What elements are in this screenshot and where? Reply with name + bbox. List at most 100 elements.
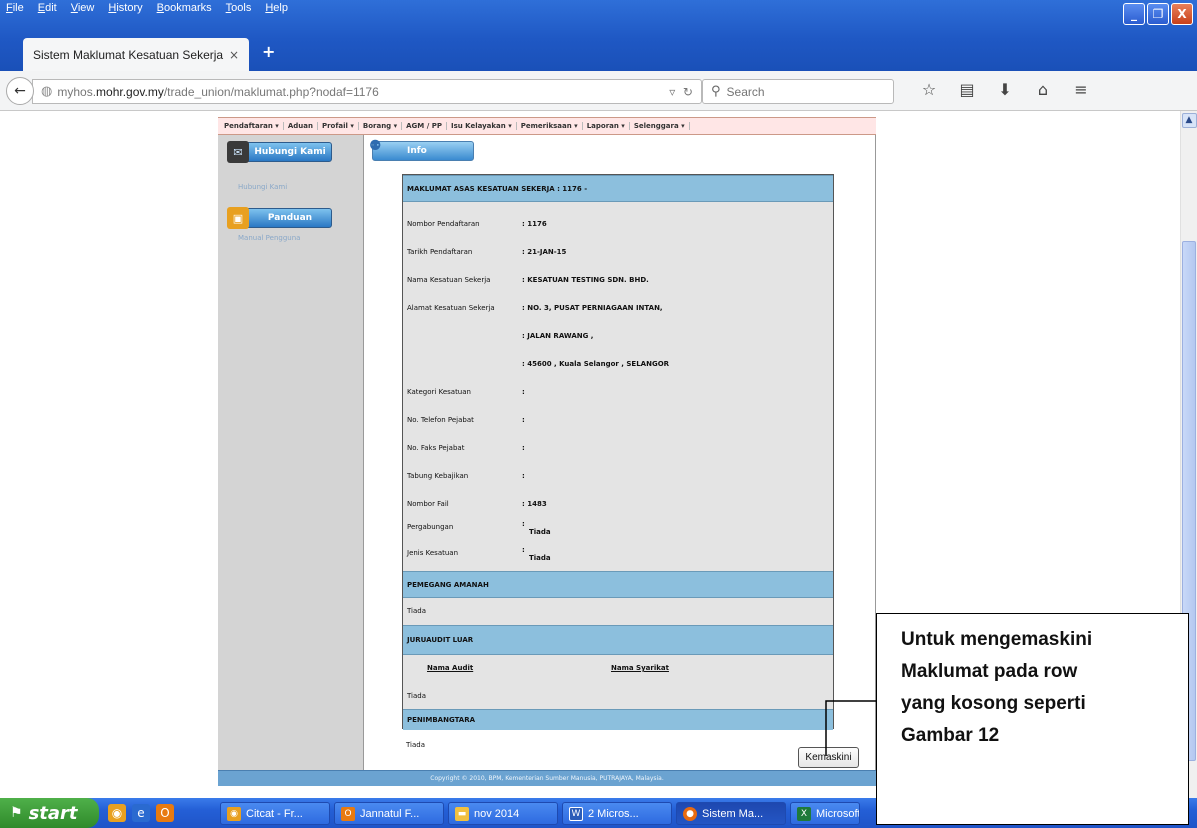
field-label: No. Telefon Pejabat — [407, 416, 474, 424]
field-label: Kategori Kesatuan — [407, 388, 471, 396]
field-value: : — [522, 520, 525, 528]
people-icon: ⚉ — [369, 138, 382, 154]
chrome-icon: ◉ — [227, 806, 241, 821]
user-manual-link[interactable]: Manual Pengguna — [238, 234, 300, 242]
scroll-up-icon[interactable]: ▲ — [1181, 113, 1197, 128]
navigation-bar: ◍ myhos.mohr.gov.my/trade_union/maklumat… — [0, 71, 1197, 111]
field-label: Jenis Kesatuan — [407, 549, 459, 557]
chrome-icon[interactable]: ◉ — [108, 804, 126, 822]
taskbar-item-label: Jannatul F... — [360, 807, 420, 820]
nav-selenggara[interactable]: Selenggara ▾ — [630, 122, 690, 130]
hamburger-menu-icon[interactable]: ≡ — [1072, 80, 1090, 99]
field-value: : — [522, 444, 525, 452]
nav-borang[interactable]: Borang ▾ — [359, 122, 403, 130]
contact-button-label: Hubungi Kami — [254, 147, 326, 157]
nav-profail[interactable]: Profail ▾ — [318, 122, 359, 130]
nav-isu-kelayakan[interactable]: Isu Kelayakan ▾ — [447, 122, 517, 130]
field-value: : — [522, 388, 525, 396]
field-value: : — [522, 416, 525, 424]
browser-titlebar: File Edit View History Bookmarks Tools H… — [0, 0, 1197, 71]
taskbar-item[interactable]: O Jannatul F... — [334, 802, 444, 825]
info-button-label: Info — [407, 146, 427, 156]
field-value: : — [522, 472, 525, 480]
reload-icon[interactable]: ▿ ↻ — [669, 85, 693, 99]
field-value: : 45600 , Kuala Selangor , SELANGOR — [522, 360, 670, 368]
reading-list-icon[interactable]: ▤ — [958, 80, 976, 99]
field-label: Pergabungan — [407, 523, 454, 531]
menu-history[interactable]: History — [108, 2, 142, 20]
task-list: ◉ Citcat - Fr... O Jannatul F... ▬ nov 2… — [220, 802, 860, 825]
contact-link[interactable]: Hubungi Kami — [238, 183, 287, 191]
auditor-value: Tiada — [407, 692, 427, 700]
taskbar-item[interactable]: X Microsoft — [790, 802, 860, 825]
bookmark-star-icon[interactable]: ☆ — [920, 80, 938, 99]
field-label: Tarikh Pendaftaran — [407, 248, 473, 256]
nav-pemeriksaan[interactable]: Pemeriksaan ▾ — [517, 122, 583, 130]
menu-help[interactable]: Help — [265, 2, 288, 20]
guide-button-label: Panduan — [267, 213, 313, 223]
mail-icon: ✉ — [227, 141, 249, 163]
menu-edit[interactable]: Edit — [38, 2, 57, 20]
taskbar-item-label: Microsoft — [816, 807, 860, 820]
nav-agm-pp[interactable]: AGM / PP — [402, 122, 447, 130]
firefox-icon: ● — [683, 806, 697, 821]
globe-icon: ◍ — [41, 84, 53, 99]
web-page: Pendaftaran ▾ Aduan Profail ▾ Borang ▾ A… — [218, 111, 876, 798]
search-box[interactable]: ⚲ — [702, 79, 894, 104]
excel-icon: X — [797, 806, 811, 821]
back-button[interactable]: ← — [6, 77, 34, 105]
auditor-name-column: Nama Audit — [427, 664, 474, 672]
outlook-icon[interactable]: O — [156, 804, 174, 822]
menu-view[interactable]: View — [71, 2, 95, 20]
start-label: start — [28, 802, 78, 824]
taskbar-item[interactable]: ▬ nov 2014 — [448, 802, 558, 825]
new-tab-button[interactable]: + — [262, 42, 275, 61]
close-window-button[interactable]: X — [1171, 3, 1193, 25]
section-header-auditor: JURUAUDIT LUAR — [403, 625, 833, 655]
folder-icon: ▬ — [455, 806, 469, 821]
word-icon: W — [569, 806, 583, 821]
field-value-secondary: Tiada — [529, 528, 551, 536]
trustee-value: Tiada — [407, 607, 427, 615]
taskbar-item[interactable]: W 2 Micros... — [562, 802, 672, 825]
info-table: MAKLUMAT ASAS KESATUAN SEKERJA : 1176 - … — [402, 174, 834, 730]
field-value-secondary: Tiada — [529, 554, 551, 562]
main-content: ⚉ Info MAKLUMAT ASAS KESATUAN SEKERJA : … — [364, 135, 876, 770]
callout-line: Maklumat pada row — [901, 661, 1078, 682]
section-header-main: MAKLUMAT ASAS KESATUAN SEKERJA : 1176 - — [403, 175, 833, 202]
minimize-button[interactable]: _ — [1123, 3, 1145, 25]
taskbar-item-label: 2 Micros... — [588, 807, 639, 820]
tab-close-icon[interactable]: × — [229, 48, 239, 62]
guide-button[interactable]: ▣ Panduan — [227, 207, 332, 229]
taskbar-item[interactable]: ◉ Citcat - Fr... — [220, 802, 330, 825]
taskbar-item-active[interactable]: ● Sistem Ma... — [676, 802, 786, 825]
nav-aduan[interactable]: Aduan — [284, 122, 318, 130]
nav-laporan[interactable]: Laporan ▾ — [583, 122, 630, 130]
restore-button[interactable]: ❐ — [1147, 3, 1169, 25]
start-button[interactable]: ⚑ start — [0, 798, 99, 828]
field-value: : — [522, 546, 525, 554]
field-value: : KESATUAN TESTING SDN. BHD. — [522, 276, 649, 284]
menu-tools[interactable]: Tools — [226, 2, 252, 20]
toolbar-icons: ☆ ▤ ⬇ ⌂ ≡ — [920, 80, 1090, 99]
section-header-arbiter: PENIMBANGTARA — [403, 709, 833, 730]
info-button[interactable]: ⚉ Info — [369, 138, 474, 161]
home-icon[interactable]: ⌂ — [1034, 80, 1052, 99]
ie-icon[interactable]: e — [132, 804, 150, 822]
field-label: No. Faks Pejabat — [407, 444, 465, 452]
download-icon[interactable]: ⬇ — [996, 80, 1014, 99]
browser-tab[interactable]: Sistem Maklumat Kesatuan Sekerja × — [23, 38, 249, 71]
section-header-trustee: PEMEGANG AMANAH — [403, 571, 833, 598]
search-input[interactable] — [726, 84, 877, 99]
menu-bookmarks[interactable]: Bookmarks — [157, 2, 212, 20]
quick-launch: ◉ e O — [108, 804, 174, 822]
update-button[interactable]: Kemaskini — [798, 747, 859, 768]
contact-button[interactable]: ✉ Hubungi Kami — [227, 141, 332, 163]
url-bar[interactable]: ◍ myhos.mohr.gov.my/trade_union/maklumat… — [32, 79, 702, 104]
arbiter-value: Tiada — [406, 741, 426, 749]
url-text: myhos.mohr.gov.my/trade_union/maklumat.p… — [57, 84, 379, 99]
menu-file[interactable]: File — [6, 2, 24, 20]
menu-bar: File Edit View History Bookmarks Tools H… — [6, 2, 288, 20]
field-label: Alamat Kesatuan Sekerja — [407, 304, 495, 312]
nav-pendaftaran[interactable]: Pendaftaran ▾ — [220, 122, 284, 130]
